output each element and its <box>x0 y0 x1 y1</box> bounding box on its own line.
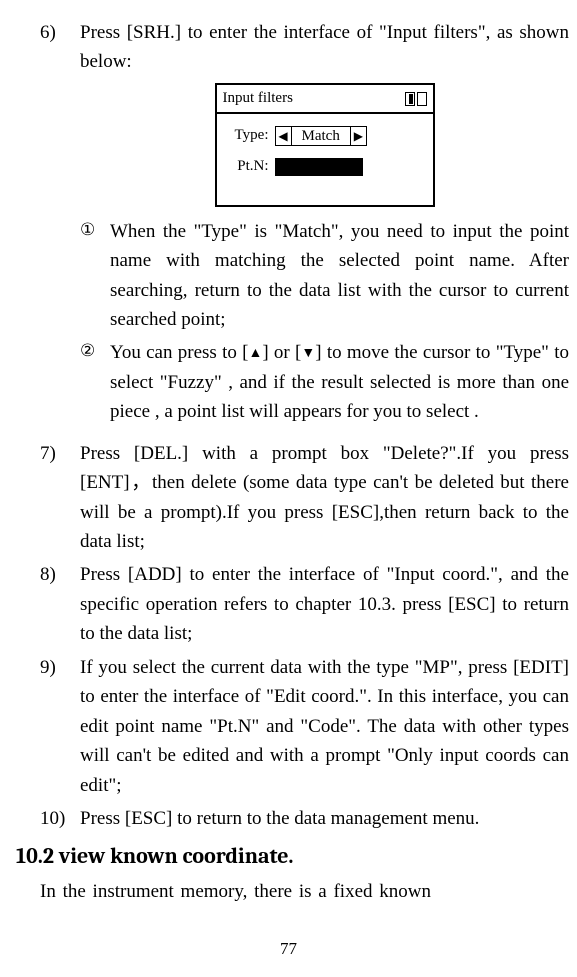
item9-text: If you select the current data with the … <box>80 653 569 800</box>
list-num-10: 10) <box>40 804 80 833</box>
type-selector[interactable]: ◀ Match ▶ <box>275 126 367 146</box>
list-item-6: 6) Press [SRH.] to enter the interface o… <box>40 18 569 435</box>
battery-icon <box>417 92 427 106</box>
list-item-7: 7) Press [DEL.] with a prompt box "Delet… <box>40 439 569 557</box>
ptn-label: Pt.N: <box>227 155 275 178</box>
left-arrow-icon[interactable]: ◀ <box>276 127 292 145</box>
list-num-8: 8) <box>40 560 80 648</box>
page-number: 77 <box>0 939 577 959</box>
item6-text: Press [SRH.] to enter the interface of "… <box>80 22 569 72</box>
circled-2: ② <box>80 338 110 426</box>
battery-icons <box>405 92 427 106</box>
list-num-7: 7) <box>40 439 80 557</box>
item10-text: Press [ESC] to return to the data manage… <box>80 804 569 833</box>
section-paragraph: In the instrument memory, there is a fix… <box>40 877 569 906</box>
dialog-title: Input filters <box>223 87 293 110</box>
type-row: Type: ◀ Match ▶ <box>227 124 423 147</box>
sub1-text: When the "Type" is "Match", you need to … <box>110 217 569 335</box>
section-heading: 10.2 view known coordinate. <box>16 843 569 869</box>
type-value: Match <box>292 127 350 145</box>
list-item-8: 8) Press [ADD] to enter the interface of… <box>40 560 569 648</box>
list-item-9: 9) If you select the current data with t… <box>40 653 569 800</box>
battery-icon <box>405 92 415 106</box>
type-label: Type: <box>227 124 275 147</box>
ptn-row: Pt.N: <box>227 155 423 178</box>
list-num-9: 9) <box>40 653 80 800</box>
up-triangle-icon: ▲ <box>248 343 262 365</box>
circled-1: ① <box>80 217 110 335</box>
right-arrow-icon[interactable]: ▶ <box>350 127 366 145</box>
item7-text: Press [DEL.] with a prompt box "Delete?"… <box>80 439 569 557</box>
down-triangle-icon: ▼ <box>301 343 315 365</box>
list-num-6: 6) <box>40 18 80 435</box>
list-item-10: 10) Press [ESC] to return to the data ma… <box>40 804 569 833</box>
input-filters-dialog: Input filters Type: ◀ Match <box>215 83 435 207</box>
diagram-container: Input filters Type: ◀ Match <box>80 83 569 207</box>
ptn-input[interactable] <box>275 158 363 176</box>
sub2-text: You can press to [▲] or [▼] to move the … <box>110 338 569 426</box>
sublist-item-1: ① When the "Type" is "Match", you need t… <box>80 217 569 335</box>
item8-text: Press [ADD] to enter the interface of "I… <box>80 560 569 648</box>
sublist-item-2: ② You can press to [▲] or [▼] to move th… <box>80 338 569 426</box>
dialog-title-bar: Input filters <box>217 85 433 114</box>
